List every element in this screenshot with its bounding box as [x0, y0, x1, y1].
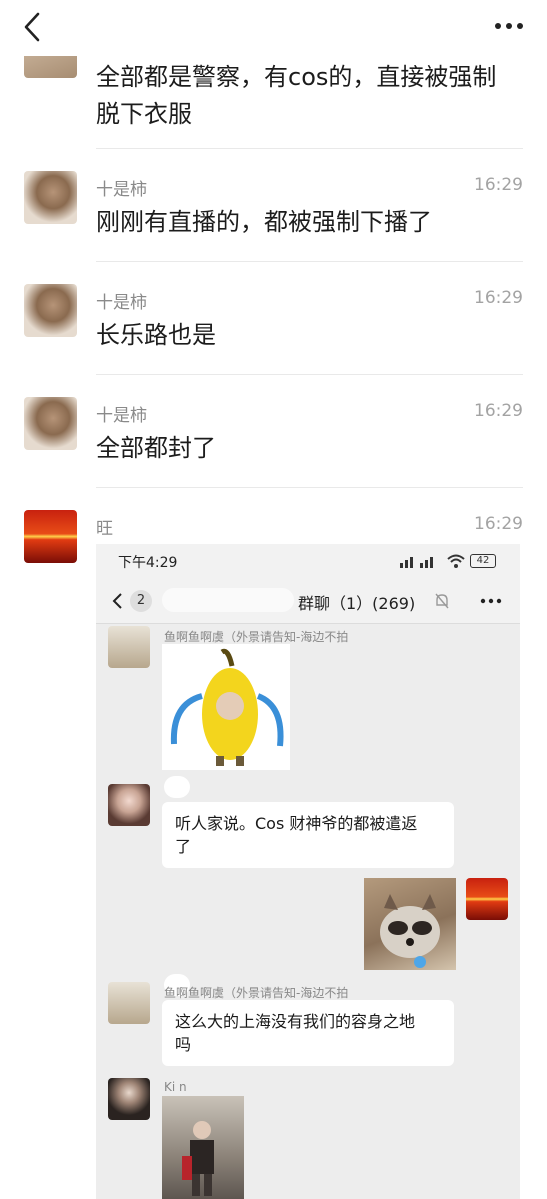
redacted-name — [164, 776, 190, 798]
photo-image[interactable] — [162, 1096, 244, 1199]
divider — [96, 374, 523, 375]
mute-bell-icon — [435, 593, 449, 609]
redacted-group-name — [162, 588, 294, 612]
sender-name: 十是柿 — [96, 180, 147, 200]
avatar[interactable] — [108, 1078, 150, 1120]
avatar[interactable] — [24, 284, 77, 337]
top-bar — [0, 0, 547, 56]
message-time: 16:29 — [474, 401, 523, 421]
status-bar: 下午4:29 42 — [96, 544, 520, 578]
message-text: 刚刚有直播的，都被强制下播了 — [96, 208, 432, 236]
status-time: 下午4:29 — [118, 555, 178, 571]
chevron-left-icon[interactable] — [110, 592, 124, 610]
battery-icon: 42 — [470, 554, 496, 568]
signal-icon — [400, 557, 433, 568]
divider — [96, 261, 523, 262]
message-time: 16:29 — [474, 288, 523, 308]
unread-count-badge: 2 — [130, 590, 152, 612]
chevron-left-icon[interactable] — [18, 10, 48, 44]
avatar[interactable] — [24, 171, 77, 224]
sender-name: 十是柿 — [96, 406, 147, 426]
message-text: 长乐路也是 — [96, 321, 216, 349]
avatar[interactable] — [108, 982, 150, 1024]
more-dots-icon[interactable] — [493, 18, 525, 34]
avatar[interactable] — [24, 397, 77, 450]
avatar[interactable] — [24, 510, 77, 563]
sent-image[interactable] — [364, 878, 456, 970]
message-bubble[interactable]: 听人家说。Cos 财神爷的都被遣返 了 — [162, 802, 454, 868]
more-dots-icon[interactable] — [480, 598, 502, 604]
message-text: 全部都封了 — [96, 434, 216, 462]
avatar[interactable] — [108, 626, 150, 668]
message-bubble[interactable]: 这么大的上海没有我们的容身之地 吗 — [162, 1000, 454, 1066]
divider — [96, 148, 523, 149]
sender-name: 鱼啊鱼啊虞（外景请告知-海边不拍 — [164, 630, 349, 644]
message-time: 16:29 — [474, 175, 523, 195]
avatar[interactable] — [466, 878, 508, 920]
sticker-image[interactable] — [162, 644, 290, 770]
banana-cat-sticker-icon — [170, 648, 284, 766]
chat-title: 群聊（1）(269) — [298, 594, 416, 613]
message-text: 全部都是警察，有cos的，直接被强制 脱下衣服 — [96, 63, 497, 128]
avatar[interactable] — [108, 784, 150, 826]
chat-header: 2 群聊（1）(269) — [96, 578, 520, 624]
message-time: 16:29 — [474, 514, 523, 534]
divider — [96, 487, 523, 488]
wifi-icon — [447, 554, 465, 568]
sender-name: 旺 — [96, 519, 113, 539]
person-photo-icon — [182, 1121, 214, 1196]
raccoon-photo-icon — [380, 894, 440, 968]
sender-name: 鱼啊鱼啊虞（外景请告知-海边不拍 — [164, 986, 349, 1000]
sender-name: 十是柿 — [96, 293, 147, 313]
shared-screenshot[interactable]: 下午4:29 42 2 群聊（1）(269) 鱼啊鱼啊虞（外景请告知-海边不拍 — [96, 544, 520, 1199]
sender-name: Ki n — [164, 1080, 187, 1094]
